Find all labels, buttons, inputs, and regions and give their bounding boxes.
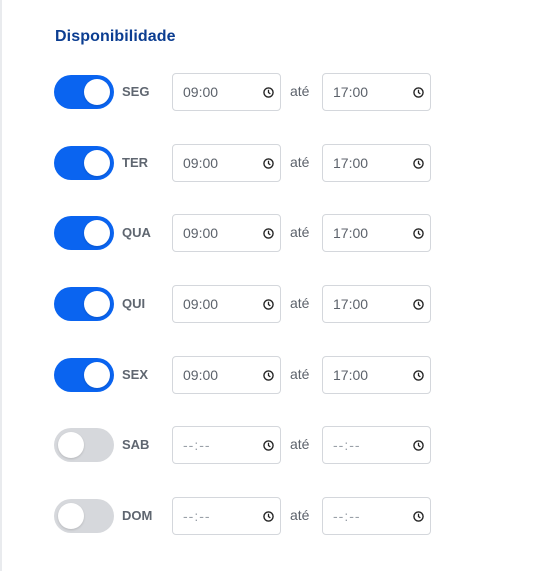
end-time-input-sab[interactable]: --:-- bbox=[322, 426, 431, 464]
clock-icon[interactable] bbox=[413, 87, 424, 98]
end-time-input-seg[interactable]: 17:00 bbox=[322, 73, 431, 111]
day-toggle-qui[interactable] bbox=[54, 287, 114, 321]
day-label: DOM bbox=[122, 508, 153, 523]
start-time-value: 09:00 bbox=[183, 367, 219, 383]
day-label: TER bbox=[122, 155, 148, 170]
start-time-input-qua[interactable]: 09:00 bbox=[172, 214, 281, 252]
start-time-value: 09:00 bbox=[183, 155, 219, 171]
clock-icon[interactable] bbox=[263, 299, 274, 310]
range-separator: até bbox=[290, 436, 310, 452]
day-row-dom: DOM --:-- até --:-- bbox=[54, 497, 434, 535]
day-label: QUI bbox=[122, 296, 146, 311]
toggle-knob bbox=[84, 79, 110, 105]
toggle-knob bbox=[58, 503, 84, 529]
clock-icon[interactable] bbox=[263, 370, 274, 381]
clock-icon[interactable] bbox=[413, 158, 424, 169]
day-toggle-dom[interactable] bbox=[54, 499, 114, 533]
end-time-input-sex[interactable]: 17:00 bbox=[322, 356, 431, 394]
end-time-value: --:-- bbox=[333, 437, 361, 453]
start-time-input-ter[interactable]: 09:00 bbox=[172, 144, 281, 182]
end-time-input-dom[interactable]: --:-- bbox=[322, 497, 431, 535]
end-time-input-qua[interactable]: 17:00 bbox=[322, 214, 431, 252]
end-time-value: --:-- bbox=[333, 508, 361, 524]
clock-icon[interactable] bbox=[263, 440, 274, 451]
clock-icon[interactable] bbox=[413, 228, 424, 239]
day-toggle-sab[interactable] bbox=[54, 428, 114, 462]
day-toggle-seg[interactable] bbox=[54, 75, 114, 109]
toggle-knob bbox=[84, 220, 110, 246]
toggle-knob bbox=[84, 150, 110, 176]
range-separator: até bbox=[290, 83, 310, 99]
availability-panel: Disponibilidade SEG 09:00 até 17:00 TER … bbox=[0, 0, 557, 571]
toggle-knob bbox=[84, 362, 110, 388]
day-toggle-ter[interactable] bbox=[54, 146, 114, 180]
toggle-knob bbox=[84, 291, 110, 317]
day-row-sex: SEX 09:00 até 17:00 bbox=[54, 356, 434, 394]
start-time-input-qui[interactable]: 09:00 bbox=[172, 285, 281, 323]
end-time-value: 17:00 bbox=[333, 84, 369, 100]
day-row-ter: TER 09:00 até 17:00 bbox=[54, 144, 434, 182]
range-separator: até bbox=[290, 224, 310, 240]
clock-icon[interactable] bbox=[263, 87, 274, 98]
start-time-input-sex[interactable]: 09:00 bbox=[172, 356, 281, 394]
start-time-value: 09:00 bbox=[183, 296, 219, 312]
range-separator: até bbox=[290, 295, 310, 311]
day-row-qui: QUI 09:00 até 17:00 bbox=[54, 285, 434, 323]
start-time-input-sab[interactable]: --:-- bbox=[172, 426, 281, 464]
end-time-input-qui[interactable]: 17:00 bbox=[322, 285, 431, 323]
clock-icon[interactable] bbox=[413, 440, 424, 451]
start-time-value: --:-- bbox=[183, 508, 211, 524]
day-row-qua: QUA 09:00 até 17:00 bbox=[54, 214, 434, 252]
day-toggle-qua[interactable] bbox=[54, 216, 114, 250]
end-time-input-ter[interactable]: 17:00 bbox=[322, 144, 431, 182]
day-label: SAB bbox=[122, 437, 150, 452]
start-time-input-seg[interactable]: 09:00 bbox=[172, 73, 281, 111]
end-time-value: 17:00 bbox=[333, 296, 369, 312]
end-time-value: 17:00 bbox=[333, 367, 369, 383]
start-time-value: 09:00 bbox=[183, 225, 219, 241]
day-row-seg: SEG 09:00 até 17:00 bbox=[54, 73, 434, 111]
day-label: QUA bbox=[122, 225, 151, 240]
range-separator: até bbox=[290, 154, 310, 170]
clock-icon[interactable] bbox=[413, 299, 424, 310]
end-time-value: 17:00 bbox=[333, 225, 369, 241]
clock-icon[interactable] bbox=[413, 370, 424, 381]
day-label: SEX bbox=[122, 367, 149, 382]
start-time-value: 09:00 bbox=[183, 84, 219, 100]
clock-icon[interactable] bbox=[263, 228, 274, 239]
panel-divider bbox=[0, 0, 2, 571]
range-separator: até bbox=[290, 366, 310, 382]
day-label: SEG bbox=[122, 84, 150, 99]
day-row-sab: SAB --:-- até --:-- bbox=[54, 426, 434, 464]
range-separator: até bbox=[290, 507, 310, 523]
section-title: Disponibilidade bbox=[55, 28, 176, 45]
toggle-knob bbox=[58, 432, 84, 458]
start-time-value: --:-- bbox=[183, 437, 211, 453]
clock-icon[interactable] bbox=[413, 511, 424, 522]
start-time-input-dom[interactable]: --:-- bbox=[172, 497, 281, 535]
day-toggle-sex[interactable] bbox=[54, 358, 114, 392]
end-time-value: 17:00 bbox=[333, 155, 369, 171]
clock-icon[interactable] bbox=[263, 511, 274, 522]
clock-icon[interactable] bbox=[263, 158, 274, 169]
